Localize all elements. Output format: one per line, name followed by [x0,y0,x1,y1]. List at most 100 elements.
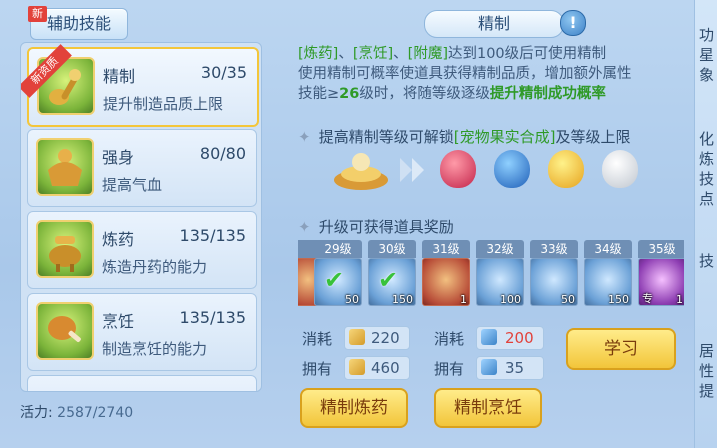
sparkle-icon: ✦ [298,128,311,146]
reward-cell[interactable]: 30级 ✔ 150 [368,240,416,310]
skill-level: 30/35 [200,63,247,82]
edge-text: 技 [699,252,715,270]
desc-line2: 使用精制可概率使道具获得精制品质，增加额外属性 [298,66,632,82]
vitality: 活力: 2587/2740 [20,402,133,422]
edge-text: 技 [699,170,715,188]
book-own-box: 35 [476,356,544,380]
panel-title: 精制 [424,10,564,38]
reward-cell[interactable]: 29级 ✔ 50 [314,240,362,310]
coin-own-box: 460 [344,356,410,380]
blue-fruit-icon [494,150,530,188]
refine-description: [炼药]、[烹饪]、[附魔]达到100级后可使用精制 使用精制可概率使道具获得精… [298,44,688,104]
unlock-link[interactable]: [宠物果实合成] [454,128,556,146]
skill-desc: 提高气血 [102,176,163,194]
check-icon: ✔ [378,266,399,294]
reward-cell[interactable]: 31级 1 [422,240,470,310]
reward-strip[interactable]: 1 29级 ✔ 50 30级 ✔ 150 31级 1 32级 100 33级 5… [298,240,684,310]
skill-level: 135/135 [179,226,246,245]
skill-name: 炼药 [102,230,135,249]
reward-section-title: ✦ 升级可获得道具奖励 [298,216,454,237]
check-icon: ✔ [324,266,345,294]
unlock-text: 及等级上限 [555,128,631,146]
book-consume-value: 200 [505,329,534,347]
edge-text: 性 [699,362,715,380]
skill-desc: 制造烹饪的能力 [102,340,208,358]
vitality-label: 活力: [20,405,53,421]
skill-desc: 提升制造品质上限 [103,95,224,113]
learn-button[interactable]: 学习 [566,328,676,370]
consume-label: 消耗 [434,330,465,348]
reward-count: 1 [460,293,467,306]
reward-count: 150 [392,293,413,306]
skill-name: 强身 [102,148,135,167]
skill-item-partial[interactable] [27,375,257,391]
reward-level: 30级 [368,240,416,258]
own-label: 拥有 [434,360,465,378]
reward-level: 34级 [584,240,632,258]
refine-cook-button[interactable]: 精制烹饪 [434,388,542,428]
skill-item-cooking[interactable]: 烹饪 135/135 制造烹饪的能力 [27,293,257,371]
skill-desc: 炼造丹药的能力 [102,258,208,276]
coin-consume-box: 220 [344,326,410,350]
cauldron-icon [36,220,94,278]
red-fruit-icon [440,150,476,188]
exclusive-tag: 专 [642,292,653,305]
edge-text: 点 [699,190,715,208]
right-edge-panel: 功 星 象 化 炼 技 点 技 居 性 提 [694,0,717,448]
reward-cell[interactable]: 35级 专 1 [638,240,684,310]
desc-sep: 、 [393,46,408,62]
reward-level: 31级 [422,240,470,258]
reward-level: 29级 [314,240,362,258]
desc-level: 26 [339,86,360,102]
desc-highlight: 提升精制成功概率 [489,86,606,102]
sparkle-icon: ✦ [298,218,311,236]
edge-text: 化 [699,130,715,148]
desc-text: 级时，将随等级逐级 [359,86,490,102]
edge-text: 象 [699,66,715,84]
consume-label: 消耗 [302,330,333,348]
unlock-section-title: ✦ 提高精制等级可解锁[宠物果实合成]及等级上限 [298,126,631,147]
edge-text: 提 [699,382,715,400]
coin-icon [349,359,365,375]
desc-tag-cooking: [烹饪] [352,46,394,62]
own-label: 拥有 [302,360,333,378]
reward-cell[interactable]: 33级 50 [530,240,578,310]
desc-tag-enchant: [附魔] [407,46,448,62]
skill-item-refine[interactable]: 新资质 精制 30/35 提升制造品质上限 [21,44,259,127]
arrow-right-icon [396,152,432,188]
unlock-text: 提高精制等级可解锁 [318,128,454,146]
reward-level: 32级 [476,240,524,258]
edge-text: 星 [699,46,715,64]
reward-level: 33级 [530,240,578,258]
coin-consume-value: 220 [371,329,400,347]
edge-text: 功 [699,26,715,44]
white-fruit-icon [602,150,638,188]
skill-book-icon [481,329,497,345]
refine-altar-icon [332,148,390,192]
reward-cell[interactable]: 34级 150 [584,240,632,310]
vitality-value: 2587/2740 [57,405,134,421]
refine-drug-button[interactable]: 精制炼药 [300,388,408,428]
desc-tag-alchemy: [炼药] [298,46,339,62]
new-badge: 新 [28,6,47,22]
coin-own-value: 460 [371,359,400,377]
book-own-value: 35 [505,359,525,377]
reward-count: 50 [561,293,575,306]
reward-count: 100 [500,293,521,306]
skill-name: 精制 [103,67,136,86]
reward-level: 35级 [638,240,684,258]
skill-item-alchemy[interactable]: 炼药 135/135 炼造丹药的能力 [27,211,257,289]
skill-name: 烹饪 [102,312,135,331]
edge-text: 居 [699,342,715,360]
skill-list[interactable]: 新资质 精制 30/35 提升制造品质上限 强身 80/80 提高气血 炼药 1… [20,42,262,392]
skill-item-strengthen[interactable]: 强身 80/80 提高气血 [27,129,257,207]
reward-cell[interactable]: 32级 100 [476,240,524,310]
help-icon[interactable]: ! [560,10,586,36]
reward-count: 1 [676,293,683,306]
yellow-fruit-icon [548,150,584,188]
book-consume-box: 200 [476,326,544,350]
reward-title-text: 升级可获得道具奖励 [318,218,454,236]
muscle-icon [36,138,94,196]
desc-sep: 、 [338,46,353,62]
reward-count: 50 [345,293,359,306]
